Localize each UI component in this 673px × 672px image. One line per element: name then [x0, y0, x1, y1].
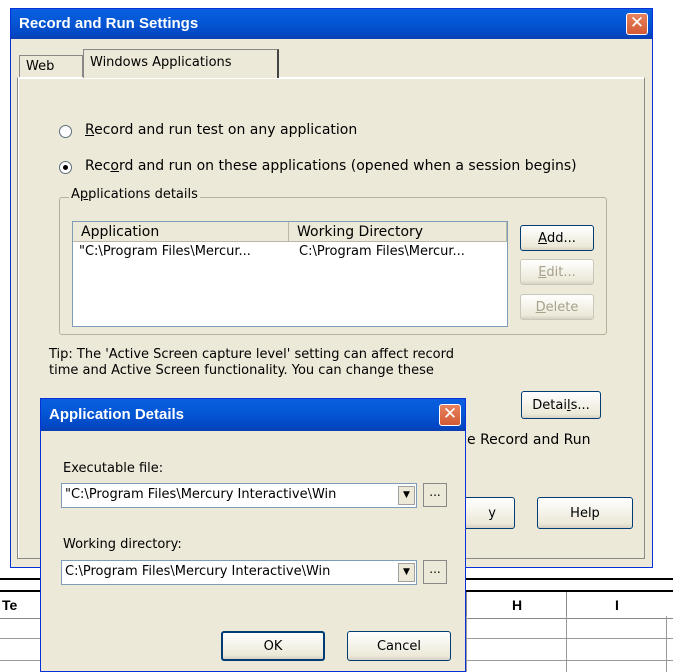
executable-file-label: Executable file:: [63, 461, 164, 476]
label-text: plications details: [88, 187, 198, 202]
column-header-application[interactable]: Application: [73, 222, 289, 242]
delete-button[interactable]: Delete: [520, 294, 594, 320]
radio-any-application[interactable]: [59, 125, 72, 138]
radio-these-applications-label[interactable]: Record and run on these applications (op…: [85, 158, 577, 174]
mnemonic: R: [85, 122, 95, 138]
browse-directory-button[interactable]: ...: [423, 560, 447, 584]
tip-line-3: e Record and Run: [467, 432, 591, 448]
main-close-button[interactable]: ✕: [626, 13, 648, 35]
sheet-col-h[interactable]: H: [466, 592, 567, 618]
column-header-working-directory[interactable]: Working Directory: [289, 222, 507, 242]
main-dialog-titlebar[interactable]: Record and Run Settings ✕: [11, 9, 652, 39]
sheet-col-i[interactable]: I: [566, 592, 667, 618]
tip-line-2: time and Active Screen functionality. Yo…: [49, 363, 434, 378]
help-button[interactable]: Help: [537, 497, 633, 529]
close-icon: ✕: [442, 404, 458, 424]
mnemonic: p: [79, 187, 89, 202]
applications-list[interactable]: Application Working Directory "C:\Progra…: [72, 221, 508, 327]
ok-button[interactable]: OK: [221, 631, 325, 661]
working-directory-combo[interactable]: C:\Program Files\Mercury Interactive\Win: [61, 560, 417, 585]
label-text: A: [71, 187, 80, 202]
label-text: rd and run on these applications (opened…: [119, 158, 577, 174]
application-details-dialog: Application Details ✕ Executable file: "…: [40, 398, 466, 672]
mnemonic: o: [110, 158, 119, 174]
working-directory-value: C:\Program Files\Mercury Interactive\Win: [65, 564, 331, 579]
add-button[interactable]: Add...: [520, 225, 594, 251]
label-text: Detai: [532, 397, 567, 413]
sheet-grid-line: [466, 616, 467, 672]
radio-any-application-label[interactable]: Record and run test on any application: [85, 122, 357, 138]
executable-file-combo[interactable]: "C:\Program Files\Mercury Interactive\Wi…: [61, 483, 417, 508]
applications-details-title: Applications details: [69, 187, 200, 202]
cancel-button[interactable]: Cancel: [347, 631, 451, 661]
sheet-grid-line: [566, 616, 567, 672]
chevron-down-icon[interactable]: ▼: [398, 563, 415, 582]
label-text: s...: [570, 397, 590, 413]
tab-web[interactable]: Web: [19, 55, 83, 77]
working-directory-label: Working directory:: [63, 537, 182, 552]
table-row-working-directory[interactable]: C:\Program Files\Mercur...: [299, 244, 465, 259]
main-dialog-title: Record and Run Settings: [19, 15, 199, 32]
app-dialog-titlebar[interactable]: Application Details ✕: [41, 399, 465, 431]
tip-line-1: Tip: The 'Active Screen capture level' s…: [49, 347, 454, 362]
chevron-down-icon[interactable]: ▼: [398, 486, 415, 505]
executable-file-value: "C:\Program Files\Mercury Interactive\Wi…: [65, 487, 337, 502]
edit-button[interactable]: Edit...: [520, 259, 594, 285]
app-close-button[interactable]: ✕: [439, 404, 461, 426]
label-text: dd...: [547, 230, 576, 246]
sheet-grid-line: [666, 616, 667, 672]
sheet-col-te[interactable]: Te: [0, 592, 22, 618]
label-text: dit...: [546, 264, 576, 280]
close-icon: ✕: [629, 13, 645, 33]
tab-windows-applications[interactable]: Windows Applications: [83, 49, 279, 78]
table-row-application[interactable]: "C:\Program Files\Mercur...: [79, 244, 251, 259]
mnemonic: D: [535, 299, 546, 315]
label-text: elete: [545, 299, 579, 315]
browse-executable-button[interactable]: ...: [423, 483, 447, 507]
app-dialog-title: Application Details: [49, 406, 185, 423]
mnemonic: E: [538, 264, 547, 280]
label-text: Rec: [85, 158, 111, 174]
label-text: ecord and run test on any application: [94, 122, 358, 138]
radio-these-applications[interactable]: [59, 161, 72, 174]
details-button[interactable]: Detai l s...: [521, 391, 601, 419]
mnemonic: A: [538, 230, 547, 246]
